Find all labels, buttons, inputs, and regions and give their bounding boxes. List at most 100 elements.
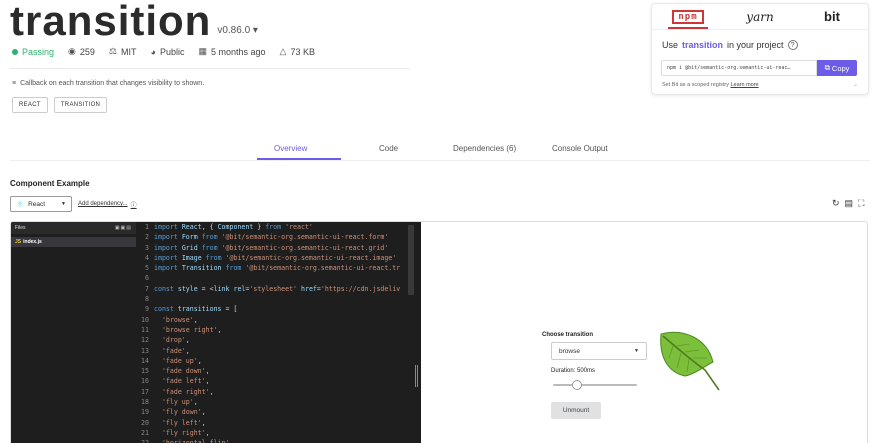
main-tabs: Overview Code Dependencies (6) Console O… [0, 140, 880, 162]
editor-scrollbar[interactable] [408, 225, 414, 295]
use-prefix: Use [662, 40, 679, 50]
component-header: transition v0.86.0 ▾ [10, 0, 258, 42]
section-title: Component Example [10, 179, 90, 188]
code-text: import Transition from '@bit/semantic-or… [154, 264, 401, 273]
transition-select[interactable]: browse ▼ [551, 342, 647, 360]
code-line: 2 import Form from '@bit/semantic-org.sem… [136, 232, 421, 242]
code-text: 'fade down', [161, 367, 210, 376]
react-icon: ⚛ [16, 198, 25, 209]
line-number: 4 [145, 253, 149, 262]
file-actions-icon[interactable]: ▣▣▤ [115, 225, 132, 231]
description: ≡ Callback on each transition that chang… [12, 80, 204, 87]
add-dependency-label: Add dependency... [78, 201, 128, 207]
transition-select-value: browse [559, 347, 580, 355]
license: ⚖ MIT [109, 46, 137, 57]
bit-logo: bit [824, 9, 840, 24]
preview-pane [421, 222, 867, 443]
slider-thumb[interactable] [571, 380, 582, 390]
tag-react[interactable]: REACT [12, 97, 48, 113]
description-text: Callback on each transition that changes… [20, 80, 205, 87]
line-number: 3 [145, 243, 149, 252]
chevron-down-icon[interactable]: ⌄ [853, 81, 858, 88]
tab-dependencies[interactable]: Dependencies (6) [453, 144, 516, 153]
code-text: const style = <link rel='stylesheet' hre… [154, 284, 401, 293]
code-line: 3 import Grid from '@bit/semantic-org.sem… [136, 243, 421, 253]
line-number: 7 [145, 284, 149, 293]
description-icon: ≡ [12, 80, 17, 87]
version-selector[interactable]: v0.86.0 ▾ [217, 25, 258, 36]
refresh-icon[interactable]: ↻ [832, 198, 840, 209]
code-text: 'horizontal flip', [154, 438, 233, 443]
line-number: 8 [145, 295, 149, 304]
header-divider [10, 68, 410, 69]
code-text: const transitions = [ [154, 305, 238, 314]
resize-handle[interactable] [415, 365, 418, 387]
choose-transition-label: Choose transition [542, 332, 594, 338]
leaf-image [660, 331, 720, 391]
scoped-registry-note: Set Bit as a scoped registry Learn more [662, 82, 759, 88]
files-label: Files [15, 225, 26, 231]
tab-bit[interactable]: bit [796, 4, 868, 29]
code-line: 13 'fade', [136, 346, 421, 356]
js-file-icon: JS [15, 239, 22, 245]
license-text: MIT [121, 46, 137, 57]
code-line: 9 const transitions = [ [136, 304, 421, 314]
install-panel: npm yarn bit Use transition in your proj… [651, 3, 869, 95]
tab-overview[interactable]: Overview [274, 144, 307, 153]
dependents-count: ◉ 259 [68, 46, 95, 57]
code-line: 5 import Transition from '@bit/semantic-o… [136, 263, 421, 273]
scale-icon: ⚖ [108, 46, 117, 56]
code-text: 'browse', [161, 315, 198, 324]
visibility-text: Public [159, 46, 185, 57]
learn-more-link[interactable]: Learn more [730, 82, 758, 88]
line-number: 15 [141, 367, 149, 376]
tag-transition[interactable]: TRANSITION [53, 97, 108, 113]
code-text: 'drop', [161, 336, 190, 345]
framework-select[interactable]: ⚛ React ▼ [10, 196, 72, 212]
code-line: 17 'fade right', [136, 387, 421, 397]
component-title: transition [10, 0, 212, 44]
add-dependency-link[interactable]: Add dependency... ⓘ [78, 200, 137, 209]
framework-label: React [28, 200, 46, 208]
help-icon[interactable]: ? [787, 40, 798, 50]
code-line: 11 'browse right', [136, 325, 421, 335]
use-in-project: Use transition in your project ? [662, 40, 798, 50]
line-number: 20 [141, 418, 149, 427]
code-line: 14 'fade up', [136, 356, 421, 366]
unmount-button[interactable]: Unmount [551, 402, 601, 419]
line-number: 6 [145, 274, 149, 283]
layout-icon[interactable]: ▤ [845, 198, 854, 209]
line-number: 19 [141, 408, 149, 417]
code-line: 8 [136, 294, 421, 304]
tab-console-output[interactable]: Console Output [552, 144, 608, 153]
fullscreen-icon[interactable]: ⛶ [858, 198, 864, 209]
line-number: 14 [141, 356, 149, 365]
install-command[interactable]: npm i @bit/semantic-org.semantic-ui-reac… [661, 60, 817, 76]
line-number: 5 [145, 264, 149, 273]
caret-down-icon: ▼ [634, 348, 639, 354]
code-editor[interactable]: 1 import React, { Component } from 'react… [136, 222, 421, 443]
tab-yarn[interactable]: yarn [724, 4, 796, 29]
tab-code[interactable]: Code [379, 144, 398, 153]
caret-down-icon: ▼ [61, 201, 66, 207]
file-name: index.js [23, 239, 42, 245]
copy-button[interactable]: ⧉ Copy [817, 60, 857, 76]
duration-slider[interactable] [553, 380, 637, 390]
code-text: 'fly left', [161, 418, 206, 427]
copy-icon: ⧉ [824, 63, 830, 72]
file-item-index[interactable]: JS index.js [11, 237, 136, 247]
bundle-size: △ 73 KB [280, 46, 315, 57]
updated-text: 5 months ago [210, 46, 266, 57]
code-line: 7 const style = <link rel='stylesheet' hr… [136, 284, 421, 294]
playground-tools: ↻ ▤ ⛶ [832, 198, 864, 209]
line-number: 9 [145, 305, 149, 314]
install-command-row: npm i @bit/semantic-org.semantic-ui-reac… [661, 60, 857, 76]
line-number: 10 [141, 315, 149, 324]
tag-list: REACT TRANSITION [12, 97, 108, 113]
code-text: 'fly down', [161, 408, 206, 417]
tab-npm[interactable]: npm [652, 4, 724, 29]
tabs-divider [10, 160, 870, 161]
code-text: import React, { Component } from 'react' [154, 223, 313, 231]
calendar-icon: ▦ [198, 46, 207, 56]
code-line: 20 'fly left', [136, 418, 421, 428]
